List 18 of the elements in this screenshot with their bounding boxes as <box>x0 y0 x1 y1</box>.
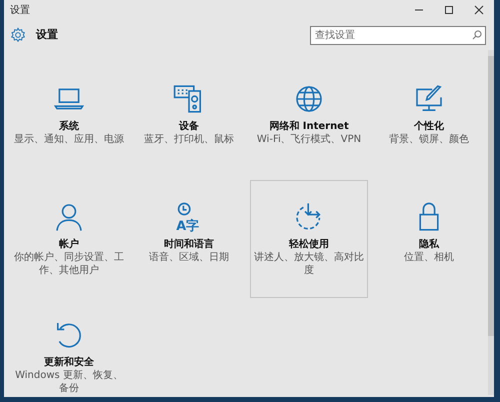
globe-icon <box>293 83 325 115</box>
settings-tile[interactable]: A字 时间和语言 语音、区域、日期 <box>130 180 248 298</box>
settings-tile[interactable]: 个性化 背景、锁屏、颜色 <box>370 62 488 180</box>
settings-tile[interactable]: 帐户 你的帐户、同步设置、工作、其他用户 <box>10 180 128 298</box>
settings-tile[interactable]: 轻松使用 讲述人、放大镜、高对比度 <box>250 180 368 298</box>
settings-tile[interactable]: 系统 显示、通知、应用、电源 <box>10 62 128 180</box>
settings-tile[interactable]: 设备 蓝牙、打印机、鼠标 <box>130 62 248 180</box>
settings-tile[interactable]: 更新和安全 Windows 更新、恢复、备份 <box>10 298 128 402</box>
search-field[interactable]: 查找设置 <box>310 26 486 44</box>
page-title: 设置 <box>36 26 58 43</box>
close-icon <box>474 5 484 15</box>
settings-icon <box>10 27 26 43</box>
window-title: 设置 <box>10 4 30 18</box>
scrollbar[interactable] <box>488 50 494 395</box>
maximize-icon <box>444 5 454 15</box>
search-icon <box>472 30 482 40</box>
settings-tile[interactable]: 网络和 Internet Wi-Fi、飞行模式、VPN <box>250 62 368 180</box>
settings-tile[interactable]: 隐私 位置、相机 <box>370 180 488 298</box>
